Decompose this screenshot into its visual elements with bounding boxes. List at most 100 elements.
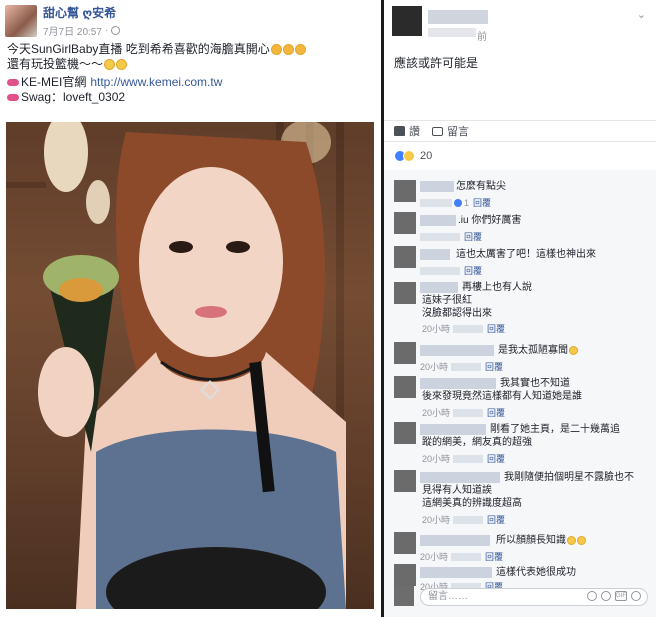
reply-link[interactable]: 回覆 [473, 196, 491, 209]
post-line-1: 今天SunGirlBaby直播 吃到希希喜歡的海膽真開心 [7, 42, 372, 57]
commenter-name-blurred[interactable] [420, 282, 458, 293]
heart-eyes-emoji-icon [270, 44, 282, 55]
like-action-label: 讚 [409, 126, 420, 138]
gif-icon[interactable]: GIF [615, 591, 627, 601]
swag-label: Swag：loveft_0302 [21, 90, 126, 104]
like-reaction-icon [454, 198, 462, 207]
post-date[interactable]: 7月7日 20:57 [43, 23, 102, 38]
post-card: 甜心幫 ღ安希 7月7日 20:57 · 今天SunGirlBaby直播 吃到希… [0, 0, 381, 617]
comment-like-count: 1 [464, 197, 470, 208]
camera-icon[interactable] [601, 591, 611, 601]
reply-link[interactable]: 回覆 [464, 264, 482, 277]
comment-input-row: 留言…… GIF [384, 586, 656, 610]
commenter-name-blurred[interactable] [420, 345, 494, 356]
comment-meta: 20小時 回覆 [422, 406, 505, 419]
commenter-avatar-blurred[interactable] [394, 180, 416, 202]
smile-emoji-icon [116, 59, 128, 70]
comment-text-line2: 見得有人知道誒 [422, 485, 492, 496]
smile-emoji-icon [104, 59, 116, 70]
current-user-avatar-blurred [394, 586, 414, 606]
commenter-avatar-blurred[interactable] [394, 212, 416, 234]
comment-input[interactable]: 留言…… GIF [420, 588, 648, 606]
comment-text: 這樣代表她很成功 [496, 567, 576, 578]
commenter-avatar-blurred[interactable] [394, 422, 416, 444]
globe-icon [111, 26, 121, 35]
reply-link[interactable]: 回覆 [487, 322, 505, 335]
comment-time: 20小時 [420, 362, 449, 372]
reply-link[interactable]: 回覆 [485, 550, 503, 563]
comment-meta-blurred [420, 198, 452, 207]
reaction-summary[interactable]: 20 [394, 150, 432, 162]
comment-action-button[interactable]: 留言 [432, 123, 469, 139]
commenter-name-blurred[interactable] [420, 472, 500, 483]
comment-bubble-icon [432, 126, 443, 136]
reply-link[interactable]: 回覆 [487, 513, 505, 526]
comment-text: .iu 你們好厲害 [458, 215, 522, 226]
comment-time: 20小時 [420, 552, 449, 562]
post-line-2: 還有玩投籃機～～ [7, 57, 372, 72]
comment-text: 是我太孤陋寡聞 [498, 344, 578, 357]
site-label: KE-MEI官網 [21, 75, 87, 89]
comment-meta-blurred [453, 515, 484, 524]
comment-text-line3: 這網美真的辨識度超高 [422, 498, 522, 509]
comment-text: 剛看了她主頁，是二十幾萬追 [490, 424, 620, 435]
commenter-avatar-blurred[interactable] [394, 342, 416, 364]
post-line-1-text: 今天SunGirlBaby直播 吃到希希喜歡的海膽真開心 [7, 42, 270, 56]
comment-meta: 20小時 回覆 [422, 452, 505, 465]
post-line-site: KE-MEI官網 http://www.kemei.com.tw [7, 75, 372, 90]
commenter-name-blurred[interactable] [420, 535, 490, 546]
commenter-name-blurred[interactable] [420, 215, 456, 226]
comment-time: 20小時 [422, 454, 451, 464]
commenter-name-blurred[interactable] [420, 249, 450, 260]
comment-text-line2: 這妹子很紅 [422, 295, 472, 306]
heart-eyes-emoji-icon [282, 44, 294, 55]
comment-meta-blurred [451, 552, 482, 561]
comment-text: 我剛隨便拍個明星不露臉也不 [504, 472, 634, 483]
post-body: 今天SunGirlBaby直播 吃到希希喜歡的海膽真開心 還有玩投籃機～～ KE… [7, 42, 372, 105]
reaction-count: 20 [420, 150, 433, 162]
lips-emoji-icon [7, 79, 19, 86]
site-link[interactable]: http://www.kemei.com.tw [90, 75, 222, 90]
comment-text: 所以顏顏長知識 [496, 534, 586, 547]
commenter-avatar-blurred[interactable] [394, 532, 416, 554]
reply-link[interactable]: 回覆 [464, 230, 482, 243]
comment-input-icons: GIF [587, 591, 641, 601]
commenter-avatar-blurred[interactable] [394, 282, 416, 304]
commenter-name-blurred[interactable] [420, 424, 486, 435]
like-action-button[interactable]: 讚 [394, 123, 420, 139]
lips-emoji-icon [7, 94, 19, 101]
author-avatar[interactable] [5, 5, 37, 37]
comment-meta: 回覆 [420, 264, 482, 277]
comment-text-line2: 後來發現竟然這樣都有人知道她是誰 [422, 391, 582, 402]
comment-meta: 20小時 回覆 [420, 360, 503, 373]
comment-text: 我其實也不知道 [500, 378, 570, 389]
commenter-name-blurred[interactable] [420, 181, 454, 192]
chevron-down-icon[interactable]: ⌄ [637, 8, 646, 21]
comment-meta: 20小時 回覆 [422, 513, 505, 526]
thumbs-up-icon [394, 126, 405, 136]
sticker-icon[interactable] [631, 591, 641, 601]
top-comment: 前 ⌄ 應該或許可能是 [384, 0, 656, 120]
commenter-avatar-blurred[interactable] [394, 246, 416, 268]
action-bar: 讚 留言 [384, 120, 656, 142]
reply-link[interactable]: 回覆 [485, 360, 503, 373]
comment-meta: 1 回覆 [420, 196, 491, 209]
comment-input-placeholder: 留言…… [428, 591, 468, 602]
reply-link[interactable]: 回覆 [487, 452, 505, 465]
author-block: 甜心幫 ღ安希 7月7日 20:57 · [43, 4, 121, 38]
commenter-name-blurred[interactable] [420, 378, 496, 389]
post-line-2-text: 還有玩投籃機～～ [7, 57, 104, 71]
reply-link[interactable]: 回覆 [487, 406, 505, 419]
commenter-name-blurred[interactable] [428, 10, 488, 24]
post-meta: 7月7日 20:57 · [43, 23, 121, 38]
comment-meta-blurred [420, 232, 460, 241]
commenter-avatar-blurred[interactable] [394, 470, 416, 492]
post-photo[interactable] [6, 122, 374, 609]
commenter-name-blurred[interactable] [420, 567, 492, 578]
commenter-avatar-blurred[interactable] [394, 376, 416, 398]
author-name[interactable]: 甜心幫 ღ安希 [43, 4, 120, 21]
emoji-icon[interactable] [587, 591, 597, 601]
commenter-avatar-blurred[interactable] [392, 6, 422, 36]
smile-emoji-icon [567, 535, 576, 545]
commenter-avatar-blurred[interactable] [394, 564, 416, 586]
